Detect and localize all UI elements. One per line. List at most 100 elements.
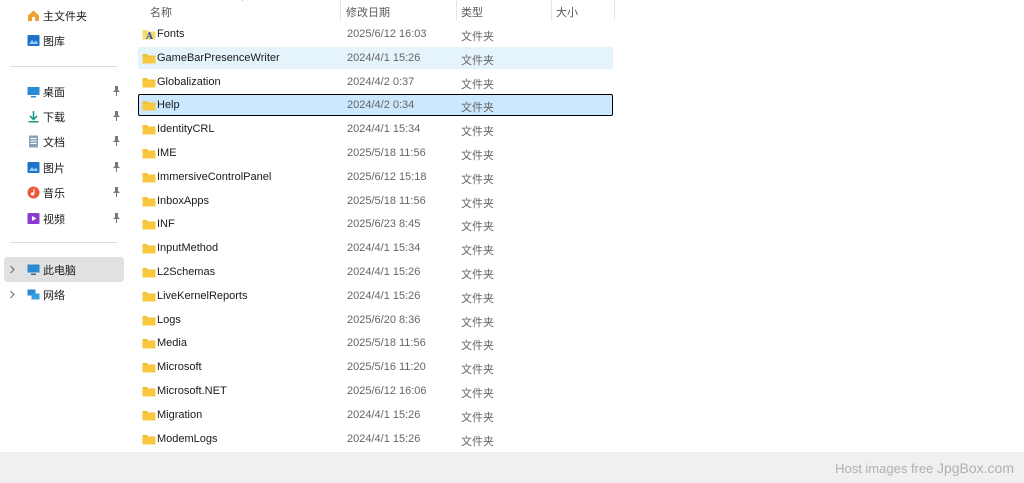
this-pc-icon [27, 264, 40, 275]
file-modified-date: 2025/6/12 15:18 [347, 170, 427, 183]
home-icon [28, 10, 39, 21]
nav-item-label: 此电脑 [43, 265, 76, 277]
desktop-icon [27, 87, 40, 98]
file-name: LiveKernelReports [157, 289, 248, 302]
file-modified-date: 2024/4/2 0:37 [347, 75, 415, 88]
pin-icon[interactable] [112, 85, 121, 96]
nav-item-label: 图库 [43, 36, 65, 48]
column-name[interactable]: 名称 [150, 4, 172, 20]
file-modified-date: 2024/4/1 15:26 [347, 289, 421, 302]
file-type: 文件夹 [461, 126, 494, 139]
file-row[interactable]: ModemLogs 2024/4/1 15:26 文件夹 [138, 428, 613, 450]
pin-icon[interactable] [112, 212, 121, 223]
column-divider[interactable] [614, 0, 615, 20]
nav-item-label: 文档 [43, 137, 65, 149]
watermark-bar: Host images free JpgBox.com [0, 452, 1024, 483]
file-name: Logs [157, 313, 181, 326]
nav-item-documents[interactable]: 文档 [0, 129, 124, 154]
chevron-right-icon[interactable] [9, 265, 16, 274]
nav-item-pictures[interactable]: 图片 [0, 155, 124, 180]
nav-item-label: 视频 [43, 214, 65, 226]
file-modified-date: 2025/6/12 16:03 [347, 28, 427, 40]
column-type[interactable]: 类型 [461, 4, 483, 20]
file-row[interactable]: Media 2025/5/18 11:56 文件夹 [138, 332, 613, 354]
file-row[interactable]: L2Schemas 2024/4/1 15:26 文件夹 [138, 261, 613, 283]
file-modified-date: 2025/6/12 16:06 [347, 385, 427, 397]
folder-icon [142, 172, 156, 183]
music-icon [27, 186, 40, 199]
nav-item-label: 音乐 [43, 188, 65, 200]
folder-icon [142, 339, 156, 349]
nav-item-label: 下载 [43, 112, 65, 124]
file-name: INF [157, 218, 175, 231]
folder-icon [142, 363, 156, 373]
pin-icon[interactable] [112, 186, 121, 197]
folder-icon [142, 387, 156, 397]
nav-item-home[interactable]: 主文件夹 [0, 3, 124, 28]
divider [10, 66, 117, 67]
file-row[interactable]: Globalization 2024/4/2 0:37 文件夹 [138, 71, 613, 93]
folder-icon [142, 410, 156, 421]
file-row[interactable]: Logs 2025/6/20 8:36 文件夹 [138, 309, 613, 331]
file-type: 文件夹 [461, 31, 494, 43]
file-type: 文件夹 [461, 221, 494, 234]
file-row[interactable]: Migration 2024/4/1 15:26 文件夹 [138, 404, 613, 426]
pin-icon[interactable] [112, 135, 121, 146]
file-type: 文件夹 [461, 150, 494, 162]
folder-icon [142, 315, 156, 326]
video-icon [27, 213, 40, 224]
nav-item-music[interactable]: 音乐 [0, 180, 124, 205]
column-divider[interactable] [456, 0, 457, 20]
file-type: 文件夹 [461, 388, 494, 400]
file-name: ImmersiveControlPanel [157, 170, 272, 183]
column-size[interactable]: 大小 [556, 4, 578, 20]
file-row[interactable]: IME 2025/5/18 11:56 文件夹 [138, 142, 613, 164]
watermark-text: Host images free JpgBox.com [835, 460, 1014, 476]
file-row[interactable]: A Fonts 2025/6/12 16:03 文件夹 [138, 23, 613, 45]
pin-icon[interactable] [112, 161, 121, 172]
nav-item-network[interactable]: 网络 [0, 282, 124, 307]
file-row[interactable]: InputMethod 2024/4/1 15:34 文件夹 [138, 237, 613, 259]
file-name: Microsoft [157, 361, 202, 374]
document-icon [29, 135, 38, 148]
file-type: 文件夹 [461, 340, 494, 353]
file-name: ModemLogs [157, 432, 218, 445]
column-divider[interactable] [551, 0, 552, 20]
column-modified[interactable]: 修改日期 [346, 4, 390, 20]
file-row[interactable]: IdentityCRL 2024/4/1 15:34 文件夹 [138, 118, 613, 140]
file-type: 文件夹 [461, 292, 494, 305]
column-divider[interactable] [340, 0, 341, 20]
file-row[interactable]: ImmersiveControlPanel 2025/6/12 15:18 文件夹 [138, 166, 613, 188]
file-row[interactable]: Help 2024/4/2 0:34 文件夹 [138, 94, 613, 117]
file-modified-date: 2025/5/16 11:20 [347, 361, 426, 374]
file-modified-date: 2024/4/2 0:34 [347, 99, 415, 112]
folder-icon [142, 291, 156, 302]
download-icon [28, 111, 39, 123]
folder-icon [142, 244, 156, 254]
file-name: Globalization [157, 75, 221, 88]
fonts-folder-icon: A [142, 30, 156, 40]
file-name: L2Schemas [157, 266, 216, 278]
file-type: 文件夹 [461, 364, 494, 377]
nav-item-this-pc[interactable]: 此电脑 [4, 257, 124, 282]
file-row[interactable]: GameBarPresenceWriter 2024/4/1 15:26 文件夹 [138, 46, 613, 69]
file-type: 文件夹 [461, 411, 494, 424]
nav-item-desktop[interactable]: 桌面 [0, 79, 124, 104]
file-row[interactable]: Microsoft.NET 2025/6/12 16:06 文件夹 [138, 380, 613, 402]
file-row[interactable]: INF 2025/6/23 8:45 文件夹 [138, 213, 613, 235]
nav-item-gallery[interactable]: 图库 [0, 28, 124, 53]
file-type: 文件夹 [461, 245, 494, 258]
pin-icon[interactable] [112, 110, 121, 121]
file-row[interactable]: Microsoft 2025/5/16 11:20 文件夹 [138, 356, 613, 378]
svg-text:A: A [145, 32, 154, 40]
file-row[interactable]: LiveKernelReports 2024/4/1 15:26 文件夹 [138, 285, 613, 307]
file-type: 文件夹 [461, 173, 494, 186]
nav-item-downloads[interactable]: 下载 [0, 104, 124, 129]
file-modified-date: 2024/4/1 15:26 [347, 408, 421, 421]
file-row[interactable]: InboxApps 2025/5/18 11:56 文件夹 [138, 190, 613, 212]
network-icon [27, 289, 40, 300]
file-name: Fonts [157, 28, 185, 40]
file-name: IME [157, 147, 177, 159]
chevron-right-icon[interactable] [9, 290, 16, 299]
nav-item-videos[interactable]: 视频 [0, 206, 124, 231]
